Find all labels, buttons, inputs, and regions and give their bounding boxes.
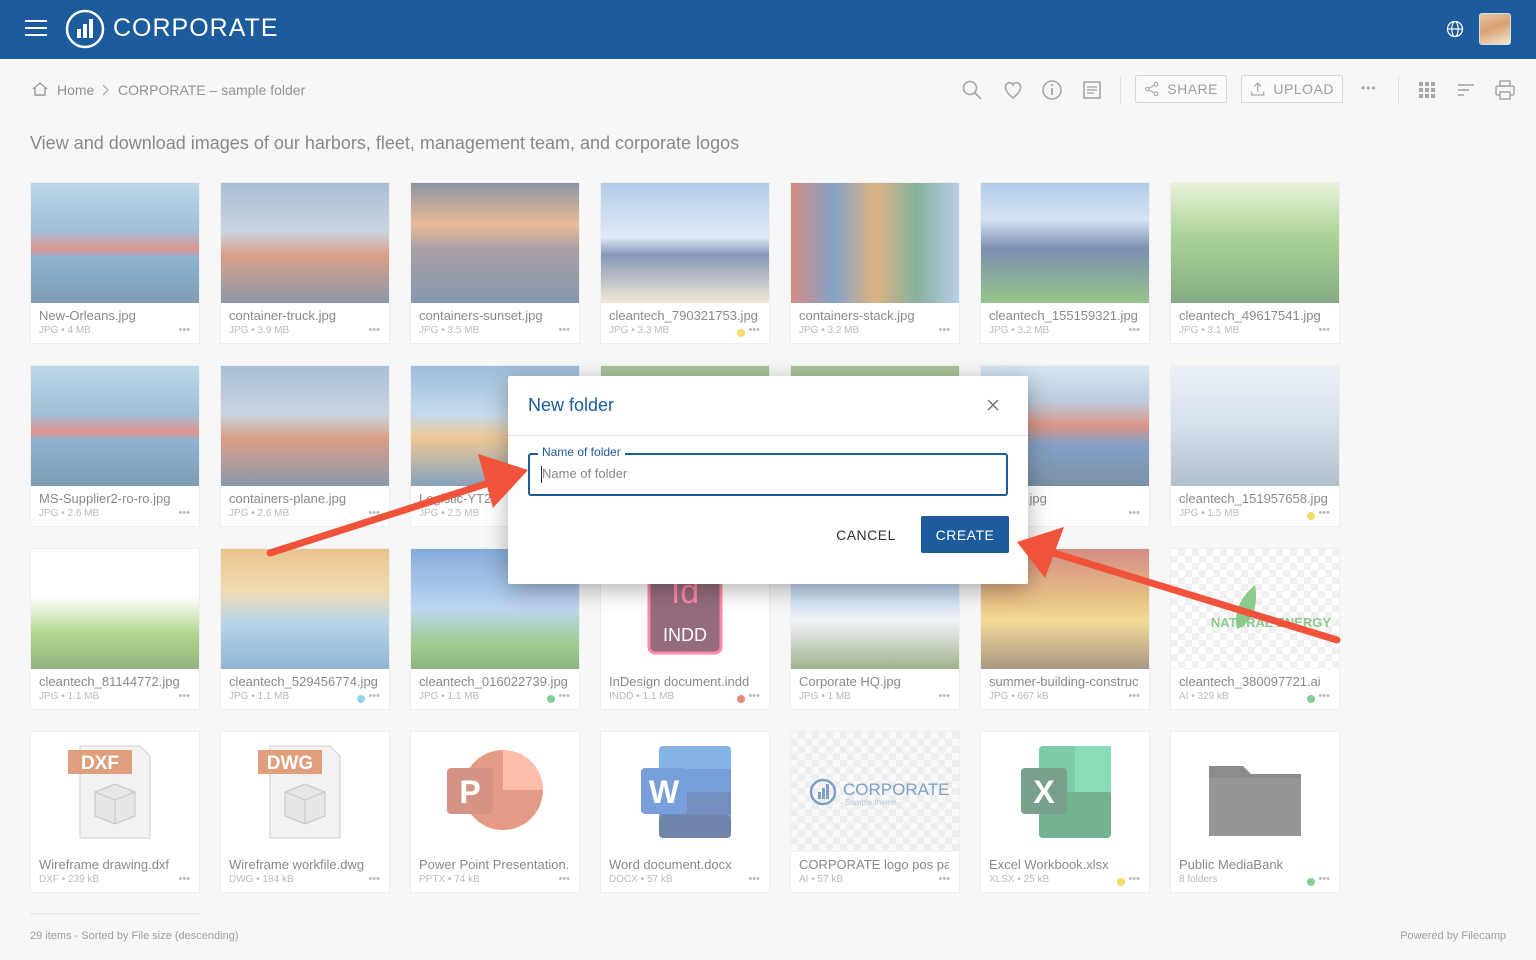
top-bar: CORPORATE bbox=[0, 0, 1536, 59]
text-caret bbox=[541, 466, 542, 483]
folder-name-input[interactable] bbox=[540, 465, 994, 482]
close-icon[interactable] bbox=[986, 398, 1000, 412]
corporate-logo-icon bbox=[65, 9, 105, 49]
dialog-title: New folder bbox=[528, 395, 615, 415]
create-button[interactable]: CREATE bbox=[921, 516, 1009, 553]
folder-name-field[interactable]: Name of folder bbox=[528, 445, 1008, 496]
cancel-button[interactable]: CANCEL bbox=[830, 518, 902, 552]
folder-name-label: Name of folder bbox=[538, 445, 625, 459]
dialog-divider bbox=[508, 435, 1028, 436]
menu-icon[interactable] bbox=[25, 20, 47, 38]
brand-name: CORPORATE bbox=[113, 14, 279, 42]
user-avatar[interactable] bbox=[1479, 13, 1511, 45]
new-folder-dialog: New folder Name of folder CANCEL CREATE bbox=[508, 376, 1028, 584]
globe-icon[interactable] bbox=[1446, 20, 1464, 38]
